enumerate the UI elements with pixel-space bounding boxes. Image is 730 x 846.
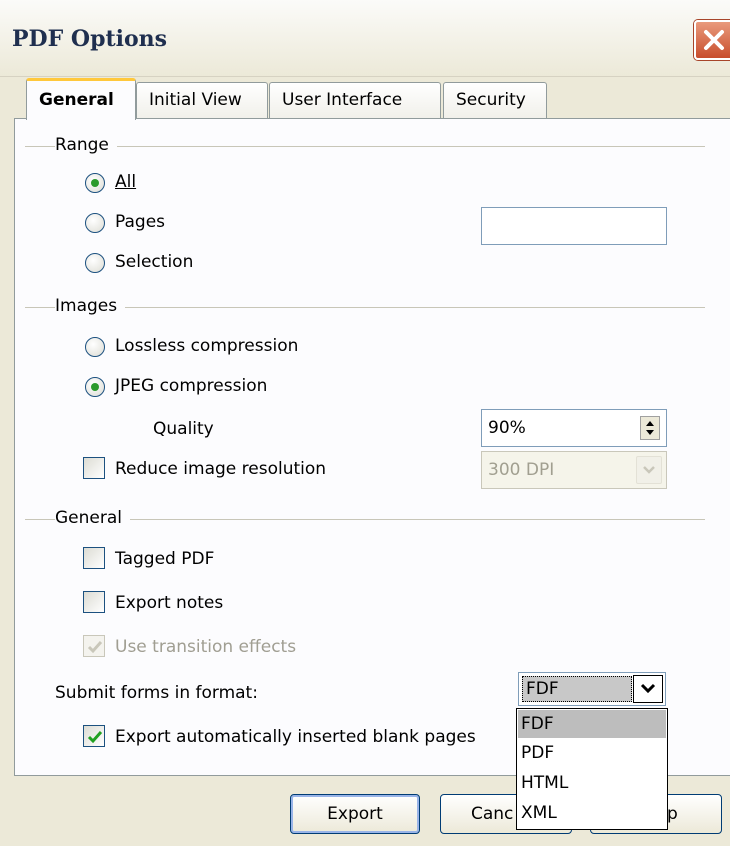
range-pages-label[interactable]: Pages xyxy=(115,212,165,232)
spin-arrows-icon xyxy=(646,421,654,435)
chevron-down-icon xyxy=(643,466,655,474)
range-selection-radio[interactable] xyxy=(85,253,105,273)
dialog-title: PDF Options xyxy=(12,26,168,52)
submit-format-options: FDF PDF HTML XML xyxy=(516,708,668,830)
close-button[interactable] xyxy=(694,20,730,60)
tab-initial-view[interactable]: Initial View xyxy=(136,82,268,118)
lossless-label[interactable]: Lossless compression xyxy=(115,336,298,356)
blank-pages-label[interactable]: Export automatically inserted blank page… xyxy=(115,727,476,747)
resolution-dropdown-button[interactable] xyxy=(636,456,662,484)
option-xml[interactable]: XML xyxy=(518,799,666,827)
range-all-radio[interactable] xyxy=(85,173,105,193)
range-heading: Range xyxy=(55,135,117,155)
export-notes-label[interactable]: Export notes xyxy=(115,593,223,613)
resolution-select[interactable]: 300 DPI xyxy=(481,451,667,489)
submit-format-select[interactable]: FDF xyxy=(518,672,666,706)
option-html[interactable]: HTML xyxy=(518,769,666,797)
tab-user-interface[interactable]: User Interface xyxy=(269,82,441,118)
submit-format-dropdown-button[interactable] xyxy=(633,675,663,703)
transition-effects-checkbox[interactable] xyxy=(83,635,105,657)
general-heading: General xyxy=(55,508,130,528)
jpeg-label[interactable]: JPEG compression xyxy=(115,376,267,396)
images-separator xyxy=(25,307,705,308)
close-icon xyxy=(704,30,724,50)
checkmark-icon xyxy=(87,731,103,744)
export-notes-checkbox[interactable] xyxy=(83,591,105,613)
tagged-pdf-label[interactable]: Tagged PDF xyxy=(115,549,214,569)
range-all-label[interactable]: All xyxy=(115,172,136,192)
transition-effects-label[interactable]: Use transition effects xyxy=(115,637,296,657)
quality-input[interactable]: 90% xyxy=(481,409,667,447)
images-heading: Images xyxy=(55,296,126,316)
title-bar[interactable]: PDF Options xyxy=(0,0,730,77)
checkmark-icon xyxy=(87,641,103,654)
tab-security[interactable]: Security xyxy=(443,82,547,118)
quality-label: Quality xyxy=(153,419,214,439)
option-pdf[interactable]: PDF xyxy=(518,739,666,767)
reduce-resolution-label[interactable]: Reduce image resolution xyxy=(115,459,326,479)
pages-input[interactable] xyxy=(481,207,667,245)
range-selection-label[interactable]: Selection xyxy=(115,252,193,272)
quality-value: 90% xyxy=(488,418,526,438)
chevron-down-icon xyxy=(640,683,656,694)
submit-format-value: FDF xyxy=(522,676,632,702)
pdf-options-dialog: PDF Options General Initial View User In… xyxy=(0,0,730,846)
quality-spinner[interactable] xyxy=(640,416,660,440)
range-pages-radio[interactable] xyxy=(85,213,105,233)
jpeg-radio[interactable] xyxy=(85,377,105,397)
range-separator xyxy=(25,146,705,147)
option-fdf[interactable]: FDF xyxy=(518,710,666,738)
tab-general[interactable]: General xyxy=(26,78,136,120)
blank-pages-checkbox[interactable] xyxy=(83,725,105,747)
submit-format-label: Submit forms in format: xyxy=(55,683,258,703)
tagged-pdf-checkbox[interactable] xyxy=(83,547,105,569)
export-button[interactable]: Export xyxy=(290,794,420,834)
lossless-radio[interactable] xyxy=(85,337,105,357)
resolution-value: 300 DPI xyxy=(488,460,555,480)
reduce-resolution-checkbox[interactable] xyxy=(83,457,105,479)
